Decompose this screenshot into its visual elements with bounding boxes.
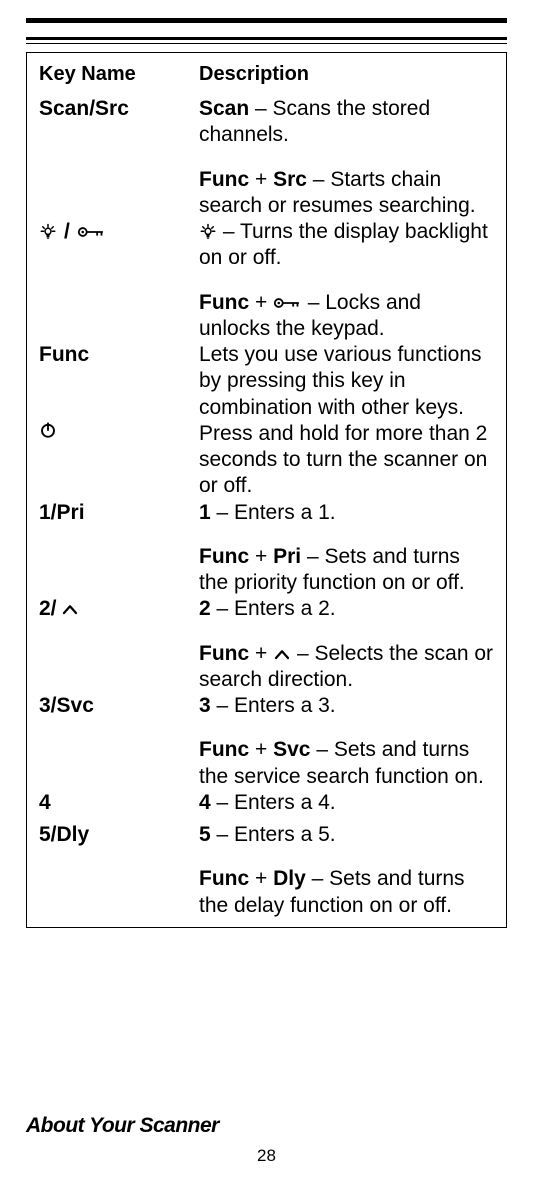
table-header-row: Key Name Description (39, 63, 494, 86)
description-paragraph: Func + – Locks and unlocks the keypad. (199, 290, 494, 343)
separator-slash: / (64, 219, 70, 245)
light-icon (199, 223, 217, 241)
table-row: Func Lets you use various functions by pr… (39, 342, 494, 421)
chevron-up-icon (61, 603, 79, 616)
header-rule-thick (26, 18, 507, 23)
description-paragraph: 5 – Enters a 5. (199, 822, 494, 848)
description-paragraph: 3 – Enters a 3. (199, 693, 494, 719)
description-paragraph: Func + Dly – Sets and turns the delay fu… (199, 866, 494, 919)
description-paragraph: 1 – Enters a 1. (199, 500, 494, 526)
description-paragraph: 4 – Enters a 4. (199, 790, 494, 816)
description-paragraph: Func + Svc – Sets and turns the service … (199, 737, 494, 790)
key-name-cell: 3/Svc (39, 693, 191, 719)
table-row: Scan/Src Scan – Scans the stored channels… (39, 96, 494, 219)
description-paragraph: 2 – Enters a 2. (199, 596, 494, 622)
chevron-up-icon (273, 648, 291, 661)
description-paragraph: Lets you use various functions by pressi… (199, 342, 494, 421)
section-title: About Your Scanner (26, 1114, 219, 1138)
light-icon (39, 223, 57, 241)
keys-table: Key Name Description Scan/Src Scan – Scan… (26, 52, 507, 928)
description-paragraph: Scan – Scans the stored channels. (199, 96, 494, 149)
description-paragraph: Func + Pri – Sets and turns the priority… (199, 544, 494, 597)
key-name-cell: 4 (39, 790, 191, 816)
key-name-cell: / (39, 219, 191, 245)
key-name-cell: 2/ (39, 596, 191, 622)
key-name-cell (39, 421, 191, 439)
table-row: 5/Dly 5 – Enters a 5. Func + Dly – Sets an… (39, 822, 494, 919)
key-name-cell: Scan/Src (39, 96, 191, 122)
key-name-cell: 5/Dly (39, 822, 191, 848)
description-paragraph: Func + – Selects the scan or search dire… (199, 641, 494, 694)
description-paragraph: Press and hold for more than 2 seconds t… (199, 421, 494, 500)
table-row: 4 4 – Enters a 4. (39, 790, 494, 822)
table-row: 1/Pri 1 – Enters a 1. Func + Pri – Sets an… (39, 500, 494, 597)
table-row: 2/2 – Enters a 2. Func + – Selects the sc… (39, 596, 494, 693)
table-row: 3/Svc 3 – Enters a 3. Func + Svc – Sets an… (39, 693, 494, 790)
key-icon (273, 294, 302, 312)
header-key-name: Key Name (39, 63, 199, 86)
header-rule-hair (26, 43, 507, 44)
description-paragraph: – Turns the display backlight on or off. (199, 219, 494, 272)
key-icon (77, 223, 106, 241)
header-description: Description (199, 63, 494, 86)
key-name-cell: Func (39, 342, 191, 368)
table-row: / – Turns the display backlight on or of… (39, 219, 494, 342)
key-name-cell: 1/Pri (39, 500, 191, 526)
page-number: 28 (0, 1146, 533, 1166)
description-paragraph: Func + Src – Starts chain search or resu… (199, 167, 494, 220)
power-icon (39, 421, 57, 439)
table-row: Press and hold for more than 2 seconds t… (39, 421, 494, 500)
header-rule-thin (26, 37, 507, 40)
